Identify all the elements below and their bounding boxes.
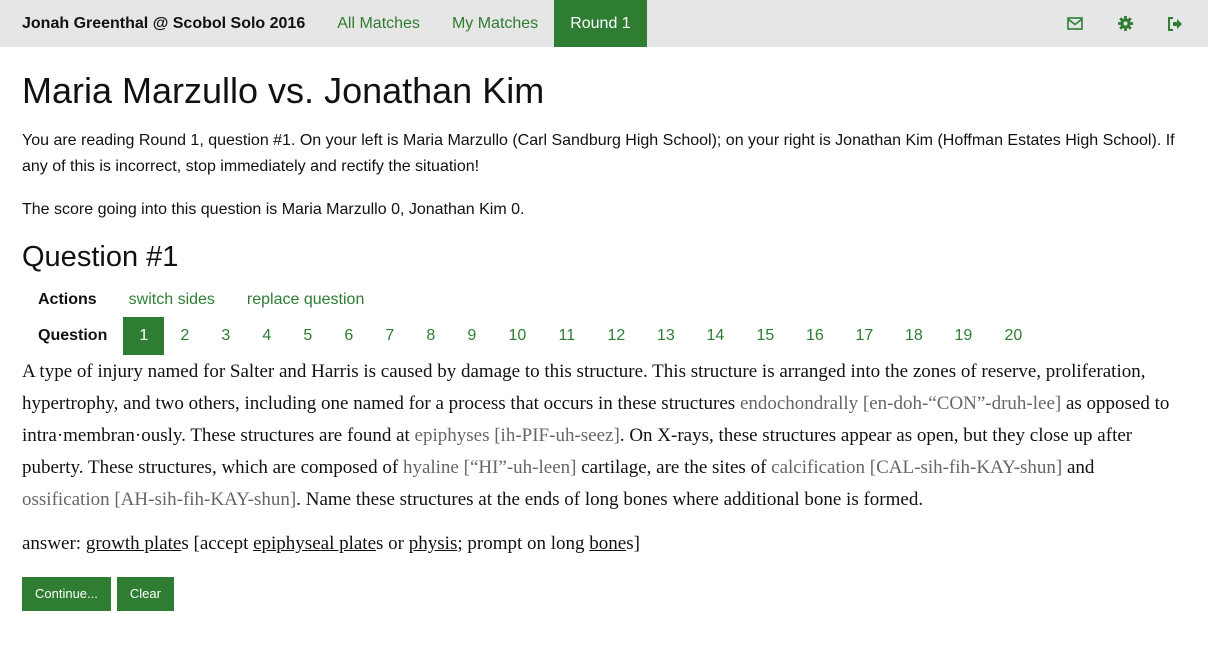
gear-icon[interactable]	[1100, 0, 1150, 47]
question-nav-label: Question	[38, 326, 108, 344]
match-intro: You are reading Round 1, question #1. On…	[22, 132, 1175, 176]
question-number-7[interactable]: 7	[369, 317, 410, 355]
question-number-1[interactable]: 1	[123, 316, 165, 355]
answer-text-part: ; prompt on long	[457, 532, 590, 554]
question-number-20[interactable]: 20	[988, 317, 1038, 355]
answer-line: answer: growth plates [accept epiphyseal…	[22, 531, 1186, 557]
question-number-14[interactable]: 14	[690, 317, 740, 355]
question-number-8[interactable]: 8	[410, 317, 451, 355]
answer-underlined: growth plate	[85, 532, 182, 554]
answer-text-part: s]	[626, 532, 640, 554]
brand-title[interactable]: Jonah Greenthal @ Scobol Solo 2016	[0, 0, 321, 47]
question-number-2[interactable]: 2	[164, 317, 205, 355]
question-heading: Question #1	[22, 241, 179, 274]
question-text: A type of injury named for Salter and Ha…	[22, 356, 1186, 516]
pronunciation-guide: hyaline [“HI”-uh-leen]	[402, 456, 577, 478]
answer-underlined: epiphyseal plate	[253, 532, 377, 554]
question-number-12[interactable]: 12	[591, 317, 641, 355]
question-number-18[interactable]: 18	[889, 317, 938, 355]
question-number-5[interactable]: 5	[287, 317, 328, 355]
question-number-13[interactable]: 13	[641, 317, 690, 355]
pronunciation-guide: epiphyses [ih-PIF-uh-seez]	[414, 424, 620, 446]
question-number-6[interactable]: 6	[328, 317, 369, 355]
envelope-icon[interactable]	[1050, 0, 1100, 47]
pronunciation-guide: calcification [CAL-sih-fih-KAY-shun]	[771, 456, 1063, 478]
question-number-9[interactable]: 9	[451, 317, 492, 355]
nav-icons	[1050, 0, 1200, 47]
switch-sides-link[interactable]: switch sides	[113, 291, 231, 309]
nav-my-matches[interactable]: My Matches	[436, 0, 554, 47]
actions-label: Actions	[38, 290, 97, 308]
button-row: Continue... Clear	[22, 576, 1186, 611]
answer-text-part: answer:	[22, 532, 86, 554]
question-number-3[interactable]: 3	[205, 317, 246, 355]
question-number-4[interactable]: 4	[246, 317, 287, 355]
question-number-15[interactable]: 15	[740, 317, 790, 355]
question-number-list: 1 2 3 4 5 6 7 8 9 10 11 12 13 14 15 16 1…	[123, 316, 1038, 355]
pronunciation-guide: ossification [AH-sih-fih-KAY-shun]	[22, 488, 297, 510]
continue-button[interactable]: Continue...	[22, 576, 111, 611]
answer-underlined: physis	[408, 532, 458, 554]
answer-underlined: bone	[589, 532, 627, 554]
question-number-19[interactable]: 19	[938, 317, 988, 355]
question-text-part: and	[1062, 456, 1095, 478]
top-navbar: Jonah Greenthal @ Scobol Solo 2016 All M…	[0, 0, 1208, 47]
question-number-16[interactable]: 16	[790, 317, 839, 355]
answer-text-part: s [accept	[181, 532, 254, 554]
nav-all-matches[interactable]: All Matches	[321, 0, 436, 47]
nav-round-1[interactable]: Round 1	[554, 0, 647, 47]
answer-text-part: s or	[376, 532, 409, 554]
pronunciation-guide: endochondrally [en-doh-“CON”-druh-lee]	[739, 392, 1062, 414]
sign-out-icon[interactable]	[1150, 0, 1200, 47]
clear-button[interactable]: Clear	[116, 576, 174, 611]
question-text-part: cartilage, are the sites of	[576, 456, 772, 478]
question-number-17[interactable]: 17	[839, 317, 889, 355]
score-text: The score going into this question is Ma…	[22, 201, 525, 219]
main-content: Maria Marzullo vs. Jonathan Kim You are …	[0, 69, 1208, 611]
replace-question-link[interactable]: replace question	[231, 291, 380, 309]
question-number-11[interactable]: 11	[542, 317, 591, 355]
page-title: Maria Marzullo vs. Jonathan Kim	[22, 70, 545, 111]
question-nav-row: Question 1 2 3 4 5 6 7 8 9 10 11 12 13 1…	[22, 316, 1186, 355]
question-number-10[interactable]: 10	[492, 317, 542, 355]
actions-row: Actions switch sides replace question	[22, 291, 1186, 309]
question-text-part: . Name these structures at the ends of l…	[296, 488, 924, 510]
